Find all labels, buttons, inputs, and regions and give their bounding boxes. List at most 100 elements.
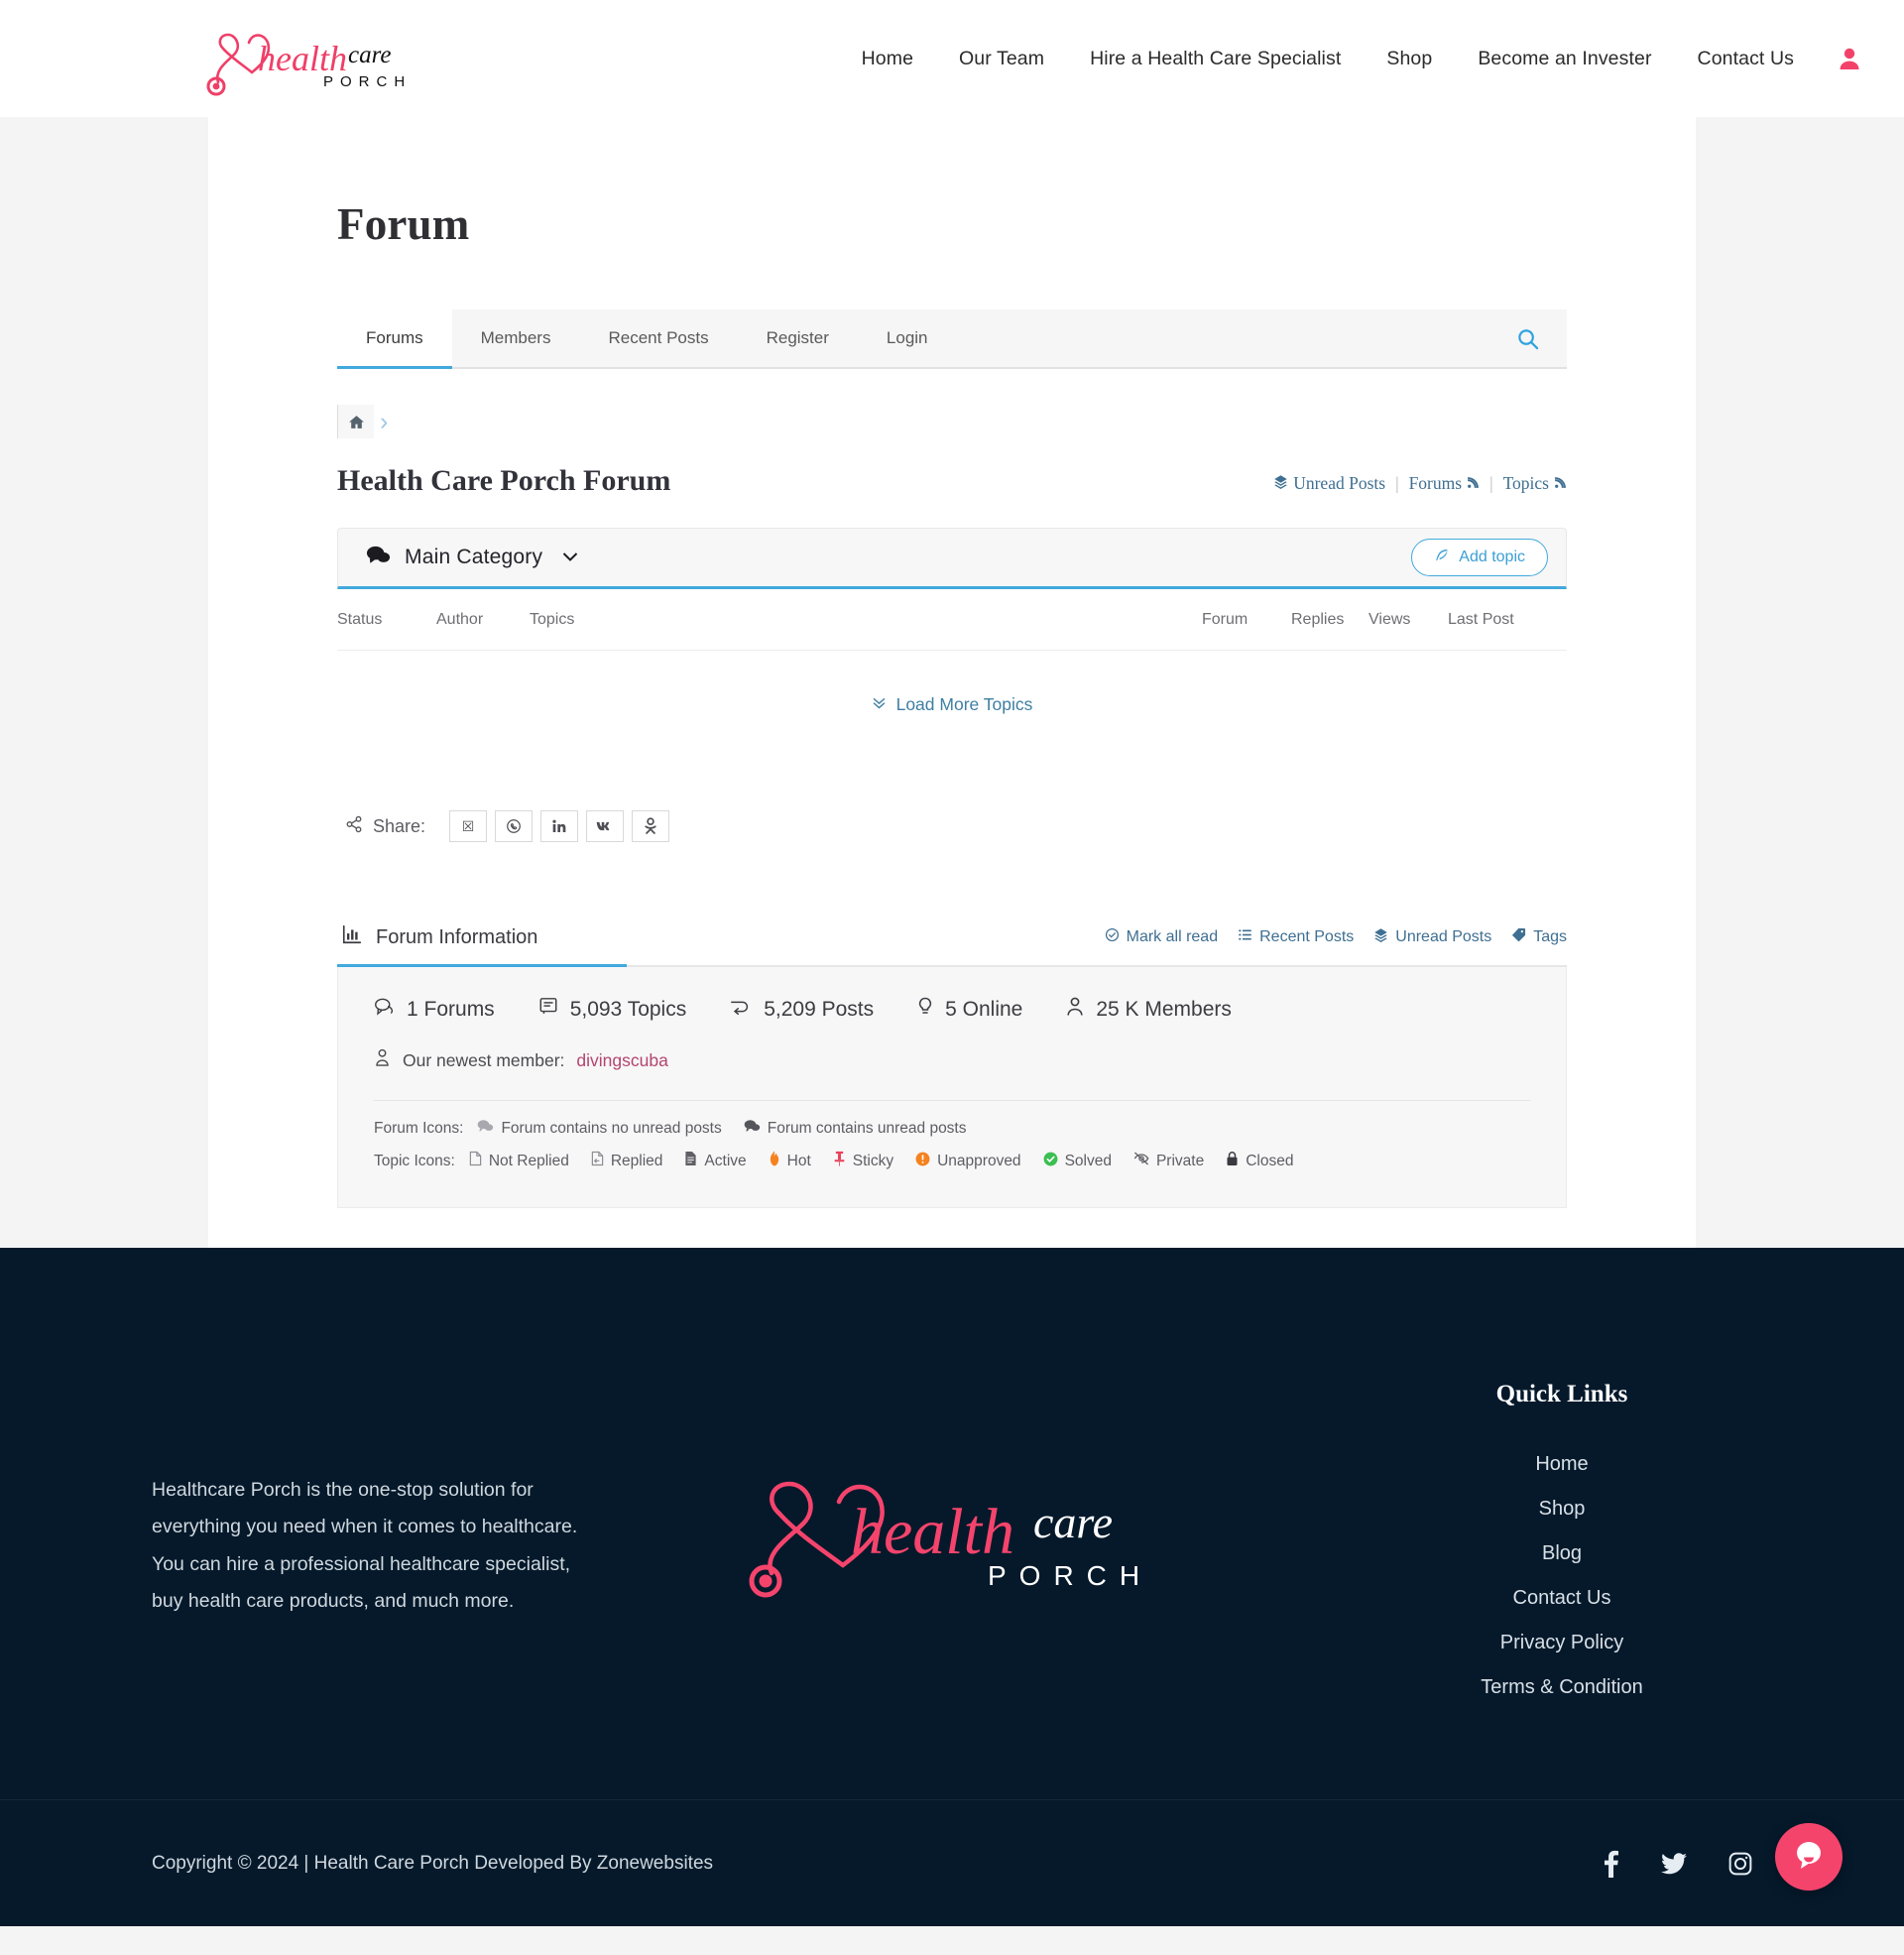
topic-icons-label: Topic Icons: — [374, 1152, 455, 1169]
link-topics-label: Topics — [1502, 473, 1549, 493]
twitter-icon[interactable] — [1661, 1852, 1687, 1876]
link-unread-posts[interactable]: Unread Posts — [1273, 473, 1385, 494]
links-divider-1: | — [1395, 473, 1399, 493]
category-bar: Main Category Add topic — [337, 528, 1567, 589]
topics-icon — [538, 997, 558, 1023]
facebook-icon[interactable] — [1604, 1850, 1619, 1878]
legend-sticky-label: Sticky — [852, 1152, 894, 1169]
tags-button[interactable]: Tags — [1511, 927, 1567, 947]
svg-text:care: care — [348, 42, 392, 68]
legend-active: Active — [684, 1151, 747, 1171]
legend-sticky: Sticky — [833, 1151, 893, 1171]
recent-posts-button[interactable]: Recent Posts — [1238, 927, 1354, 947]
file-reply-icon — [591, 1151, 604, 1171]
tab-register[interactable]: Register — [738, 309, 858, 367]
recent-posts-label: Recent Posts — [1259, 928, 1355, 945]
share-linkedin-button[interactable] — [540, 810, 579, 842]
chevron-down-icon[interactable] — [562, 550, 578, 566]
site-footer: Healthcare Porch is the one-stop solutio… — [0, 1248, 1904, 1926]
forum-information-label: Forum Information — [376, 925, 538, 948]
footer-link-home[interactable]: Home — [1354, 1442, 1770, 1487]
file-blank-icon — [469, 1151, 482, 1171]
tags-label: Tags — [1533, 928, 1567, 945]
forum-name: Health Care Porch Forum — [337, 464, 671, 497]
breadcrumb-home-icon[interactable] — [338, 405, 374, 438]
svg-text:health: health — [851, 1496, 1014, 1568]
column-status: Status — [337, 610, 383, 628]
footer-about-text: Healthcare Porch is the one-stop solutio… — [152, 1479, 578, 1613]
tab-forum-information[interactable]: Forum Information — [337, 910, 628, 967]
stat-online-value: 5 Online — [945, 998, 1023, 1021]
footer-link-contact-us[interactable]: Contact Us — [1354, 1576, 1770, 1621]
footer-link-shop[interactable]: Shop — [1354, 1487, 1770, 1531]
footer-link-blog[interactable]: Blog — [1354, 1531, 1770, 1576]
nav-item-our-team[interactable]: Our Team — [936, 48, 1067, 70]
footer-quick-links: Quick Links Home Shop Blog Contact Us Pr… — [1354, 1313, 1770, 1710]
legend-replied-label: Replied — [610, 1152, 663, 1169]
legend-closed: Closed — [1226, 1151, 1293, 1171]
unread-posts-button[interactable]: Unread Posts — [1373, 927, 1491, 947]
chat-bubble-icon — [1792, 1839, 1826, 1876]
load-more-row: Load More Topics — [337, 651, 1567, 741]
comments-icon — [366, 545, 391, 571]
share-nodes-icon — [345, 815, 363, 838]
layers-icon — [1373, 927, 1388, 947]
nav-item-contact-us[interactable]: Contact Us — [1675, 48, 1817, 70]
fire-icon — [769, 1151, 780, 1171]
stat-online: 5 Online — [917, 997, 1022, 1023]
link-topics-rss[interactable]: Topics — [1503, 473, 1567, 494]
nav-item-shop[interactable]: Shop — [1364, 48, 1455, 70]
account-user-icon[interactable] — [1839, 47, 1860, 70]
online-icon — [917, 997, 933, 1023]
site-header: health care PORCH Home Our Team Hire a H… — [0, 0, 1904, 117]
load-more-topics-button[interactable]: Load More Topics — [872, 694, 1032, 715]
tab-forums[interactable]: Forums — [337, 309, 452, 369]
links-divider-2: | — [1489, 473, 1493, 493]
nav-item-hire-specialist[interactable]: Hire a Health Care Specialist — [1067, 48, 1364, 70]
double-chevron-down-icon — [872, 694, 887, 715]
share-vk-button[interactable] — [586, 810, 625, 842]
layers-icon — [1273, 473, 1288, 494]
tab-login[interactable]: Login — [858, 309, 957, 367]
user-outline-icon — [374, 1048, 391, 1072]
legend-replied: Replied — [591, 1151, 663, 1171]
main-navigation: Home Our Team Hire a Health Care Special… — [839, 47, 1904, 70]
share-odnoklassniki-button[interactable] — [632, 810, 670, 842]
social-links — [1604, 1850, 1752, 1878]
svg-text:health: health — [258, 39, 347, 78]
svg-text:care: care — [1033, 1497, 1113, 1547]
instagram-icon[interactable] — [1728, 1852, 1752, 1876]
chat-widget-button[interactable] — [1775, 1823, 1843, 1891]
legend-not-replied-label: Not Replied — [488, 1152, 569, 1169]
legend-not-replied: Not Replied — [469, 1151, 569, 1171]
footer-logo-icon: health care PORCH — [749, 1481, 1139, 1598]
search-icon[interactable] — [1488, 309, 1567, 367]
feather-pen-icon — [1434, 548, 1450, 568]
tab-members[interactable]: Members — [452, 309, 580, 367]
eye-slash-icon — [1133, 1152, 1149, 1170]
legend-active-label: Active — [704, 1152, 747, 1169]
site-logo[interactable]: health care PORCH — [206, 21, 466, 96]
footer-link-terms[interactable]: Terms & Condition — [1354, 1665, 1770, 1710]
comments-grey-icon — [477, 1119, 494, 1139]
category-title: Main Category — [405, 546, 543, 568]
mark-all-read-button[interactable]: Mark all read — [1105, 927, 1218, 947]
stat-topics: 5,093 Topics — [538, 997, 686, 1023]
stat-members-value: 25 K Members — [1096, 998, 1232, 1021]
link-forums-rss[interactable]: Forums — [1409, 473, 1480, 494]
panel-divider — [374, 1100, 1530, 1101]
footer-link-privacy-policy[interactable]: Privacy Policy — [1354, 1621, 1770, 1665]
nav-item-home[interactable]: Home — [839, 48, 936, 70]
check-circle-green-icon — [1043, 1152, 1058, 1171]
mark-all-read-label: Mark all read — [1126, 928, 1219, 945]
share-x-twitter-button[interactable]: ☒ — [449, 810, 488, 842]
add-topic-button[interactable]: Add topic — [1411, 539, 1548, 576]
tab-recent-posts[interactable]: Recent Posts — [579, 309, 737, 367]
rss-icon — [1467, 473, 1480, 494]
logo-icon: health care PORCH — [206, 33, 405, 96]
legend-unread: Forum contains unread posts — [744, 1119, 967, 1139]
share-whatsapp-button[interactable] — [495, 810, 534, 842]
bar-chart-icon — [341, 923, 363, 951]
nav-item-become-investor[interactable]: Become an Invester — [1455, 48, 1674, 70]
newest-member-link[interactable]: divingscuba — [576, 1050, 667, 1071]
